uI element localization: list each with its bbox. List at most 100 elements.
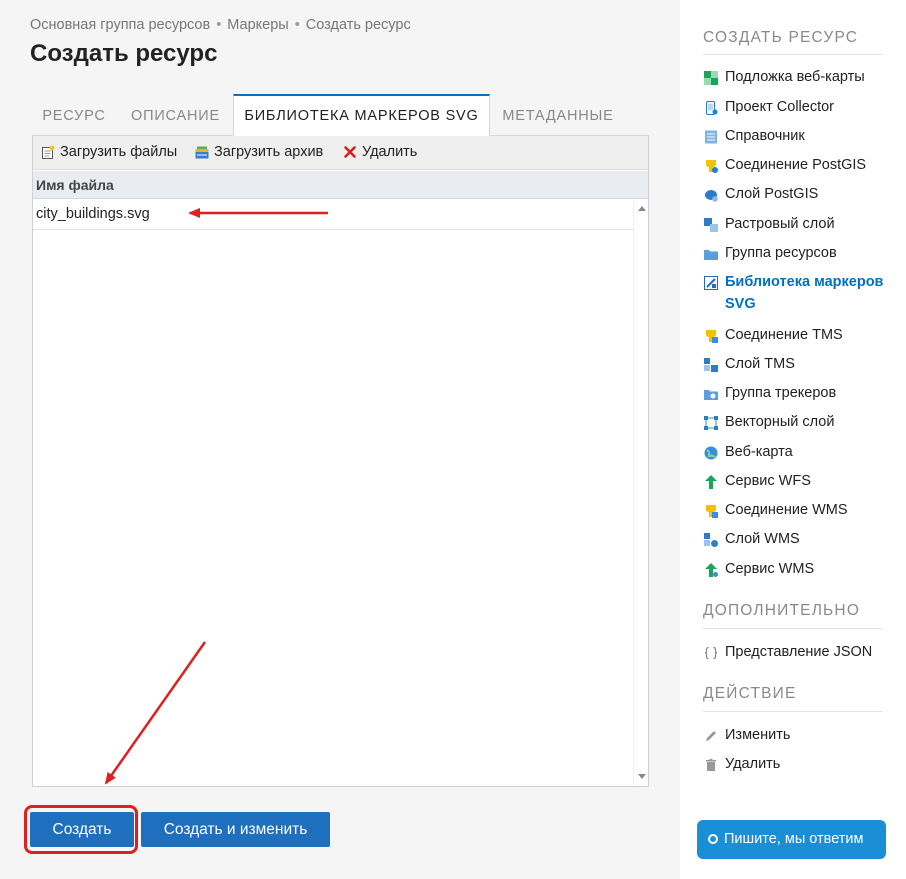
delete-label: Удалить [362, 144, 418, 160]
sidebar-item-lookup-table[interactable]: Справочник [703, 125, 888, 147]
sidebar-item-label: Соединение TMS [725, 327, 843, 343]
filename-cell: city_buildings.svg [36, 206, 150, 222]
breadcrumb-item-root[interactable]: Основная группа ресурсов [30, 17, 210, 33]
vector-layer-icon [704, 415, 718, 430]
tms-layer-icon [704, 357, 718, 372]
postgis-connection-icon [704, 158, 718, 173]
collector-icon [704, 100, 718, 115]
tab-svg-marker-library[interactable]: БИБЛИОТЕКА МАРКЕРОВ SVG [233, 94, 490, 136]
tab-description[interactable]: ОПИСАНИЕ [119, 94, 232, 136]
wfs-service-icon [704, 474, 718, 489]
sidebar-item-label: Проект Collector [725, 99, 835, 115]
sidebar-item-tms-connection[interactable]: Соединение TMS [703, 324, 888, 346]
pencil-icon [704, 728, 718, 742]
chat-button-label: Пишите, мы ответим [724, 831, 864, 847]
sidebar-item-webmap[interactable]: Веб-карта [703, 441, 888, 463]
column-header-filename[interactable]: Имя файла [36, 177, 114, 193]
archive-icon [195, 145, 209, 159]
sidebar-item-label: Подложка веб-карты [725, 69, 865, 85]
wms-connection-icon [704, 503, 718, 518]
svg-library-icon [704, 275, 718, 290]
sidebar-item-raster-layer[interactable]: Растровый слой [703, 213, 888, 235]
upload-archive-button[interactable]: Загрузить архив [195, 144, 323, 160]
page-title: Создать ресурс [30, 40, 218, 67]
sidebar-item-label: Группа трекеров [725, 385, 837, 401]
delete-button[interactable]: Удалить [343, 144, 417, 160]
basemap-icon [704, 70, 718, 85]
sidebar-item-label: Соединение WMS [725, 502, 848, 518]
sidebar-item-tracker-group[interactable]: Группа трекеров [703, 382, 888, 404]
scroll-down-icon[interactable] [638, 774, 646, 779]
sidebar-item-vector-layer[interactable]: Векторный слой [703, 411, 888, 433]
tab-bar: РЕСУРС ОПИСАНИЕ БИБЛИОТЕКА МАРКЕРОВ SVG … [32, 94, 649, 136]
sidebar-heading-create: СОЗДАТЬ РЕСУРС [703, 29, 859, 46]
sidebar-item-label: Удалить [725, 756, 781, 772]
sidebar-item-wfs-service[interactable]: Сервис WFS [703, 470, 888, 492]
lookup-table-icon [704, 129, 718, 144]
sidebar-item-label: Библиотека маркеров SVG [725, 274, 884, 312]
sidebar-item-label: Изменить [725, 727, 791, 743]
sidebar: СОЗДАТЬ РЕСУРС Подложка веб-карты Проект… [680, 0, 906, 879]
wms-layer-icon [704, 532, 718, 547]
postgis-layer-icon [704, 187, 718, 202]
create-and-edit-button[interactable]: Создать и изменить [141, 812, 330, 847]
chat-bubble-icon [708, 834, 718, 844]
sidebar-item-label: Представление JSON [725, 644, 873, 660]
wms-service-icon [704, 562, 718, 577]
raster-layer-icon [704, 217, 718, 232]
scroll-up-icon[interactable] [638, 206, 646, 211]
file-grid: city_buildings.svg [33, 200, 633, 785]
divider [703, 54, 883, 55]
upload-archive-label: Загрузить архив [214, 144, 324, 160]
sidebar-item-delete[interactable]: Удалить [703, 753, 888, 775]
sidebar-item-json-view[interactable]: Представление JSON [703, 641, 888, 663]
sidebar-item-collector[interactable]: Проект Collector [703, 96, 888, 118]
sidebar-item-label: Группа ресурсов [725, 245, 837, 261]
breadcrumb-separator: • [216, 17, 222, 33]
sidebar-item-label: Слой PostGIS [725, 186, 819, 202]
sidebar-item-svg-marker-library[interactable]: Библиотека маркеров SVG [703, 271, 888, 315]
svg-library-panel: Загрузить файлы Загрузить архив Удалить … [32, 136, 649, 787]
grid-scrollbar[interactable] [633, 200, 648, 785]
sidebar-item-wms-connection[interactable]: Соединение WMS [703, 499, 888, 521]
tab-resource[interactable]: РЕСУРС [32, 94, 116, 136]
sidebar-item-edit[interactable]: Изменить [703, 724, 888, 746]
tracker-group-icon [704, 386, 718, 400]
sidebar-item-label: Сервис WFS [725, 473, 811, 489]
breadcrumb-separator: • [294, 17, 300, 33]
sidebar-item-label: Слой TMS [725, 356, 795, 372]
upload-files-icon [41, 145, 55, 159]
sidebar-item-label: Соединение PostGIS [725, 157, 867, 173]
sidebar-heading-action: ДЕЙСТВИЕ [703, 685, 797, 702]
divider [703, 628, 883, 629]
sidebar-item-basemap[interactable]: Подложка веб-карты [703, 66, 888, 88]
chat-button[interactable]: Пишите, мы ответим [697, 820, 886, 859]
breadcrumb-item-markers[interactable]: Маркеры [227, 17, 288, 33]
webmap-icon [704, 445, 718, 460]
sidebar-item-label: Веб-карта [725, 444, 793, 460]
sidebar-item-label: Слой WMS [725, 531, 800, 547]
delete-x-icon [343, 145, 357, 159]
sidebar-item-wms-layer[interactable]: Слой WMS [703, 528, 888, 550]
sidebar-item-label: Растровый слой [725, 216, 835, 232]
sidebar-item-postgis-connection[interactable]: Соединение PostGIS [703, 154, 888, 176]
tms-connection-icon [704, 328, 718, 343]
breadcrumb-item-current: Создать ресурс [305, 17, 411, 33]
divider [703, 711, 883, 712]
sidebar-item-wms-service[interactable]: Сервис WMS [703, 558, 888, 580]
json-braces-icon [704, 645, 718, 660]
main-content: Основная группа ресурсов • Маркеры • Создать… [0, 0, 680, 879]
folder-icon [704, 246, 718, 260]
breadcrumb: Основная группа ресурсов • Маркеры • Создать… [30, 17, 411, 33]
sidebar-item-tms-layer[interactable]: Слой TMS [703, 353, 888, 375]
file-toolbar: Загрузить файлы Загрузить архив Удалить [33, 136, 648, 170]
sidebar-item-postgis-layer[interactable]: Слой PostGIS [703, 183, 888, 205]
trash-icon [704, 757, 718, 771]
sidebar-item-resource-group[interactable]: Группа ресурсов [703, 242, 888, 264]
sidebar-item-label: Сервис WMS [725, 561, 815, 577]
tab-metadata[interactable]: МЕТАДАННЫЕ [494, 94, 622, 136]
table-row[interactable]: city_buildings.svg [33, 200, 633, 230]
upload-files-button[interactable]: Загрузить файлы [41, 144, 177, 160]
upload-files-label: Загрузить файлы [60, 144, 178, 160]
create-button[interactable]: Создать [30, 812, 134, 847]
